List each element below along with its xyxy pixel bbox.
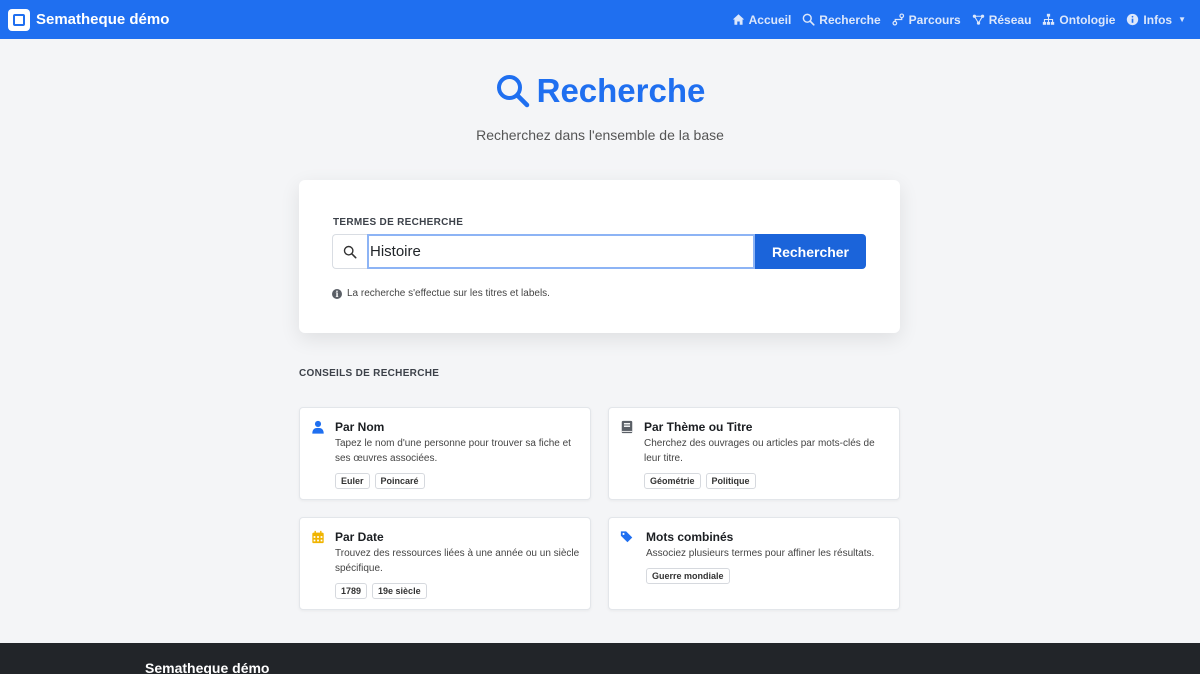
tip-title: Par Nom [335,420,385,434]
nav-link-label: Accueil [748,12,792,27]
calendar-icon [312,530,324,544]
tip-tags: 1789 19e siècle [335,583,427,599]
footer: Sematheque démo [0,643,1200,674]
nav-link-infos[interactable]: Infos ▼ [1126,13,1186,27]
info-icon [1127,13,1139,26]
page-subtitle: Recherchez dans l'ensemble de la base [476,127,724,143]
nav-link-ontologie[interactable]: Ontologie [1042,13,1115,27]
search-icon [496,75,529,108]
nav-link-label: Parcours [908,12,961,27]
nav-link-parcours[interactable]: Parcours [892,13,961,27]
nav-link-reseau[interactable]: Réseau [972,12,1032,27]
tip-tags: Guerre mondiale [646,568,730,584]
tip-desc: Associez plusieurs termes pour affiner l… [646,548,875,559]
nav-link-label: Recherche [819,12,881,27]
search-label: TERMES DE RECHERCHE [333,217,464,228]
user-icon [312,420,324,434]
example-tag[interactable]: Guerre mondiale [646,568,730,584]
navbar: Sematheque démo Accueil Recherche Parcou… [0,0,1200,39]
nav-link-label: Infos [1143,12,1173,27]
tags-icon [620,531,633,543]
example-tag[interactable]: Poincaré [374,473,425,489]
example-tag[interactable]: Géométrie [644,473,701,489]
search-icon [343,245,357,258]
tip-card-nom: Par Nom Tapez le nom d'une personne pour… [299,407,591,500]
search-input[interactable] [367,234,755,269]
search-icon [802,13,815,26]
page-title: Recherche [495,72,706,110]
brand-logo-icon [8,8,30,31]
example-tag[interactable]: 19e siècle [372,583,427,599]
tip-title: Par Thème ou Titre [644,420,753,434]
tip-desc: Tapez le nom d'une personne pour trouver… [335,438,571,464]
nav-link-recherche[interactable]: Recherche [802,12,881,27]
example-tag[interactable]: Euler [335,473,370,489]
info-icon: i [332,288,342,299]
tip-tags: Euler Poincaré [335,473,425,489]
nav-link-label: Ontologie [1059,12,1116,27]
chevron-down-icon: ▼ [1178,15,1186,24]
tip-card-date: Par Date Trouvez des ressources liées à … [299,517,591,610]
example-tag[interactable]: Politique [705,473,756,489]
search-input-addon [332,234,367,269]
page-title-text: Recherche [536,72,706,109]
route-icon [892,13,904,26]
book-icon [621,420,633,434]
sitemap-icon [1043,13,1055,25]
network-icon [972,14,984,25]
search-hint-text: La recherche s'effectue sur les titres e… [347,288,550,299]
brand-name: Sematheque démo [36,11,170,28]
footer-brand: Sematheque démo [145,660,270,674]
search-button[interactable]: Rechercher [755,234,866,269]
example-tag[interactable]: 1789 [335,583,368,599]
nav-link-accueil[interactable]: Accueil [732,12,792,27]
home-icon [732,14,744,25]
nav-links: Accueil Recherche Parcours Réseau Ontolo… [732,13,1192,27]
tips-heading: CONSEILS DE RECHERCHE [299,368,440,379]
search-input-group: Rechercher [332,234,866,269]
brand-link[interactable]: Sematheque démo [8,8,170,31]
search-hint: i La recherche s'effectue sur les titres… [332,288,550,299]
tip-card-theme: Par Thème ou Titre Cherchez des ouvrages… [608,407,900,500]
search-card: TERMES DE RECHERCHE Rechercher i La rech… [299,180,900,333]
tip-desc: Cherchez des ouvrages ou articles par mo… [644,438,875,464]
page-header: Recherche [0,72,1200,114]
tip-tags: Géométrie Politique [644,473,756,489]
tip-title: Par Date [335,530,384,544]
tip-card-combines: Mots combinés Associez plusieurs termes … [608,517,900,610]
nav-link-label: Réseau [988,12,1032,27]
tip-title: Mots combinés [646,530,734,544]
tip-desc: Trouvez des ressources liées à une année… [335,548,580,574]
